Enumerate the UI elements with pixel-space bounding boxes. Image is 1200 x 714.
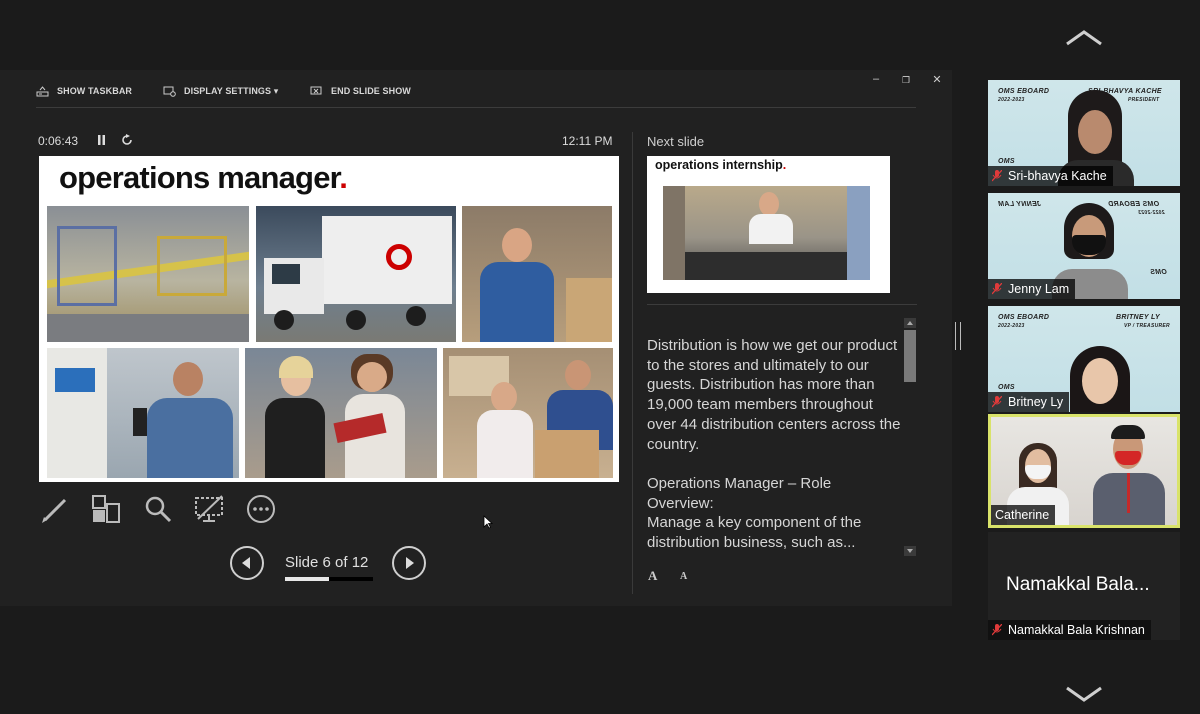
warehouse-conveyor-photo <box>47 206 249 342</box>
participant-tile[interactable]: JENNY LAM OMS EBOARD 2022-2023 OMS Jenny… <box>988 193 1180 299</box>
previous-slide-button[interactable] <box>230 546 264 580</box>
participant-tile[interactable]: Namakkal Bala... Namakkal Bala Krishnan <box>988 532 1180 640</box>
participant-name: Sri-bhavya Kache <box>1008 169 1107 183</box>
next-slide-photo <box>663 186 870 280</box>
worker-boxes-photo <box>462 206 612 342</box>
scroll-down-icon[interactable] <box>904 546 916 556</box>
next-slide-label: Next slide <box>647 134 705 149</box>
pause-icon[interactable] <box>97 135 106 145</box>
participant-display-name: Namakkal Bala... <box>1006 574 1150 595</box>
chevron-up-icon[interactable] <box>1065 30 1103 46</box>
board-text: 2022-2023 <box>1138 210 1165 216</box>
mic-muted-icon <box>992 396 1002 408</box>
notes-paragraph: Distribution is how we get our product t… <box>647 337 901 453</box>
display-settings-label: DISPLAY SETTINGS ▾ <box>184 85 279 96</box>
pane-divider <box>632 132 633 594</box>
board-text: OMS <box>1150 269 1167 276</box>
close-button[interactable]: ✕ <box>929 73 945 86</box>
display-settings-icon <box>163 86 176 97</box>
mouse-cursor-icon <box>483 515 493 529</box>
board-text: VP / TREASURER <box>1124 323 1170 329</box>
speaker-notes[interactable]: Distribution is how we get our product t… <box>647 336 902 558</box>
participant-name: Namakkal Bala Krishnan <box>1008 623 1145 637</box>
participant-name: Catherine <box>995 508 1050 522</box>
participant-name-tag: Namakkal Bala Krishnan <box>988 620 1151 640</box>
taskbar-icon <box>36 85 49 96</box>
board-text: OMS <box>998 384 1015 391</box>
scanner-worker-photo <box>47 348 239 478</box>
board-text: OMS EBOARD <box>998 314 1050 321</box>
board-text: BRITNEY LY <box>1116 314 1160 321</box>
chevron-down-icon[interactable] <box>1065 686 1103 702</box>
workers-shelves-photo <box>443 348 613 478</box>
presenter-view-window: SHOW TASKBAR DISPLAY SETTINGS ▾ END SLID… <box>0 70 952 606</box>
notes-scrollbar[interactable] <box>904 318 916 560</box>
elapsed-timer: 0:06:43 <box>38 134 79 148</box>
minimize-button[interactable]: – <box>868 73 884 85</box>
current-slide[interactable]: operations manager. <box>39 156 619 482</box>
pane-resize-handle[interactable] <box>955 322 961 350</box>
target-truck-photo <box>256 206 456 342</box>
show-taskbar-label: SHOW TASKBAR <box>57 86 133 96</box>
notes-divider <box>647 304 917 305</box>
increase-font-button[interactable]: A <box>648 568 657 584</box>
display-settings-button[interactable]: DISPLAY SETTINGS ▾ <box>163 84 278 98</box>
slide-progress-fill <box>285 577 329 581</box>
mic-muted-icon <box>992 624 1002 636</box>
participant-name: Jenny Lam <box>1008 282 1070 296</box>
reset-timer-icon[interactable] <box>121 134 133 146</box>
toolbar-divider <box>36 107 916 108</box>
decrease-font-button[interactable]: A <box>680 571 687 582</box>
end-show-icon <box>310 86 322 94</box>
next-slide-button[interactable] <box>392 546 426 580</box>
more-options-icon[interactable] <box>246 494 276 524</box>
slide-counter[interactable]: Slide 6 of 12 <box>285 554 368 571</box>
board-text: OMS <box>998 158 1015 165</box>
participant-video <box>1062 344 1142 412</box>
black-screen-icon[interactable] <box>194 494 224 524</box>
restore-button[interactable]: ❐ <box>898 75 914 86</box>
next-slide-preview[interactable]: operations internship. <box>647 156 890 293</box>
slide-title: operations manager. <box>59 160 348 195</box>
participant-name-tag: Catherine <box>991 505 1056 525</box>
mic-muted-icon <box>992 170 1002 182</box>
mic-muted-icon <box>992 283 1002 295</box>
zoom-icon[interactable] <box>143 494 173 524</box>
participant-tile-active-speaker[interactable]: Catherine <box>988 414 1180 528</box>
participant-name: Britney Ly <box>1008 395 1064 409</box>
next-icon <box>406 557 414 569</box>
show-taskbar-button[interactable]: SHOW TASKBAR <box>36 84 132 98</box>
prev-icon <box>242 557 250 569</box>
end-slide-show-label: END SLIDE SHOW <box>331 86 411 96</box>
pen-icon[interactable] <box>39 494 69 524</box>
board-text: 2022-2023 <box>998 97 1025 103</box>
participant-name-tag: Sri-bhavya Kache <box>988 166 1113 186</box>
slide-progress-bar <box>285 577 373 581</box>
current-time: 12:11 PM <box>562 134 613 148</box>
participant-tile[interactable]: OMS EBOARD 2022-2023 SRI-BHAVYA KACHE PR… <box>988 80 1180 186</box>
board-text: JENNY LAM <box>998 201 1042 208</box>
notes-paragraph: Operations Manager – Role Overview: Mana… <box>647 474 862 552</box>
next-slide-title: operations internship. <box>655 158 787 172</box>
two-women-photo <box>245 348 437 478</box>
scroll-up-icon[interactable] <box>904 318 916 328</box>
participant-name-tag: Jenny Lam <box>988 279 1076 299</box>
board-text: 2022-2023 <box>998 323 1025 329</box>
board-text: OMS EBOARD <box>998 88 1050 95</box>
slides-grid-icon[interactable] <box>91 494 121 524</box>
participant-tile[interactable]: OMS EBOARD 2022-2023 BRITNEY LY VP / TRE… <box>988 306 1180 412</box>
end-slide-show-button[interactable]: END SLIDE SHOW <box>310 84 411 98</box>
participant-name-tag: Britney Ly <box>988 392 1070 412</box>
notes-scroll-thumb[interactable] <box>904 330 916 382</box>
